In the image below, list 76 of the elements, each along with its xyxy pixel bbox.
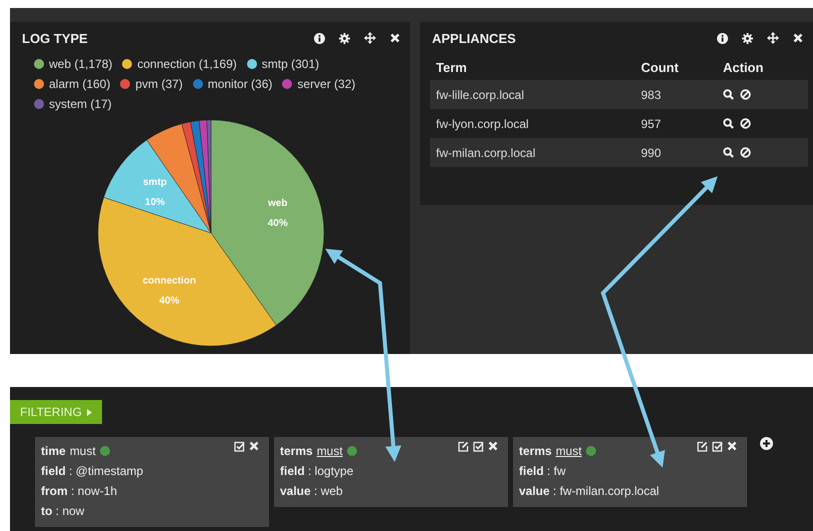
- term-cell: fw-milan.corp.local: [430, 138, 635, 167]
- remove-button[interactable]: [249, 441, 259, 452]
- edit-button[interactable]: [458, 441, 469, 452]
- legend-label: pvm (37): [135, 77, 183, 91]
- filter-field: field : @timestamp: [41, 464, 144, 478]
- edit-button[interactable]: [697, 441, 708, 452]
- filter-field: field : fw: [519, 464, 566, 478]
- slice-label: connection: [142, 275, 196, 286]
- close-icon: [727, 441, 737, 451]
- search-button[interactable]: [723, 118, 734, 129]
- close-icon[interactable]: [793, 33, 803, 43]
- info-icon[interactable]: [314, 32, 325, 44]
- count-cell: 990: [635, 138, 717, 167]
- legend-label: connection (1,169): [137, 57, 237, 71]
- search-icon: [723, 118, 734, 129]
- remove-button[interactable]: [488, 441, 498, 452]
- settings-icon[interactable]: [742, 32, 753, 44]
- mode-link[interactable]: must: [316, 444, 343, 458]
- caret-icon: [86, 408, 92, 416]
- checkbox-icon: [234, 441, 245, 452]
- exclude-button[interactable]: [740, 147, 751, 158]
- mode-link[interactable]: must: [556, 444, 582, 458]
- slice-label: 40%: [159, 295, 180, 306]
- filter-field: field : logtype: [280, 464, 354, 478]
- checkbox-icon: [712, 441, 723, 452]
- settings-icon[interactable]: [339, 32, 350, 44]
- column-header: Action: [717, 54, 808, 80]
- legend-label: monitor (36): [208, 77, 272, 91]
- search-button[interactable]: [723, 147, 734, 158]
- slice-label: 40%: [268, 218, 288, 229]
- panel-title: APPLIANCES: [432, 30, 517, 46]
- info-icon[interactable]: [717, 32, 728, 44]
- remove-button[interactable]: [727, 441, 737, 452]
- toggle-button[interactable]: [234, 441, 245, 452]
- legend-label: smtp (301): [262, 57, 320, 71]
- legend-label: server (32): [297, 77, 356, 91]
- column-header: Count: [635, 54, 717, 80]
- filter-mode: must: [70, 444, 96, 458]
- filter-type: terms: [519, 444, 552, 458]
- ban-icon: [740, 118, 751, 129]
- slice-label: web: [268, 198, 288, 209]
- legend-label: web (1,178): [49, 57, 112, 71]
- toggle-button[interactable]: [712, 441, 723, 452]
- edit-icon: [458, 441, 469, 452]
- column-header: Term: [430, 54, 635, 80]
- slice-label: 10%: [144, 196, 165, 208]
- count-cell: 957: [635, 109, 717, 138]
- count-cell: 983: [635, 80, 717, 109]
- legend-label: alarm (160): [49, 77, 110, 91]
- add-icon[interactable]: [760, 437, 773, 450]
- ban-icon: [740, 89, 751, 100]
- search-icon: [723, 147, 734, 158]
- exclude-button[interactable]: [740, 118, 751, 129]
- toggle-button[interactable]: [473, 441, 484, 452]
- filter-field: from : now-1h: [41, 484, 118, 498]
- term-cell: fw-lille.corp.local: [430, 80, 635, 109]
- filter-field: to : now: [41, 504, 84, 518]
- legend-label: system (17): [49, 97, 112, 111]
- filter-type: terms: [280, 444, 313, 458]
- term-cell: fw-lyon.corp.local: [430, 109, 635, 138]
- ban-icon: [740, 147, 751, 158]
- move-icon[interactable]: [364, 32, 376, 44]
- move-icon[interactable]: [767, 32, 779, 44]
- panel-title: LOG TYPE: [22, 30, 89, 46]
- exclude-button[interactable]: [740, 89, 751, 100]
- slice-label: smtp: [143, 176, 167, 188]
- filter-field: value : web: [280, 484, 343, 498]
- edit-icon: [697, 441, 708, 452]
- filter-type: time: [41, 444, 66, 458]
- checkbox-icon: [473, 441, 484, 452]
- search-button[interactable]: [723, 89, 734, 100]
- search-icon: [723, 89, 734, 100]
- close-icon: [249, 441, 259, 451]
- close-icon: [488, 441, 498, 451]
- filter-field: value : fw-milan.corp.local: [519, 484, 660, 498]
- close-icon[interactable]: [390, 33, 400, 43]
